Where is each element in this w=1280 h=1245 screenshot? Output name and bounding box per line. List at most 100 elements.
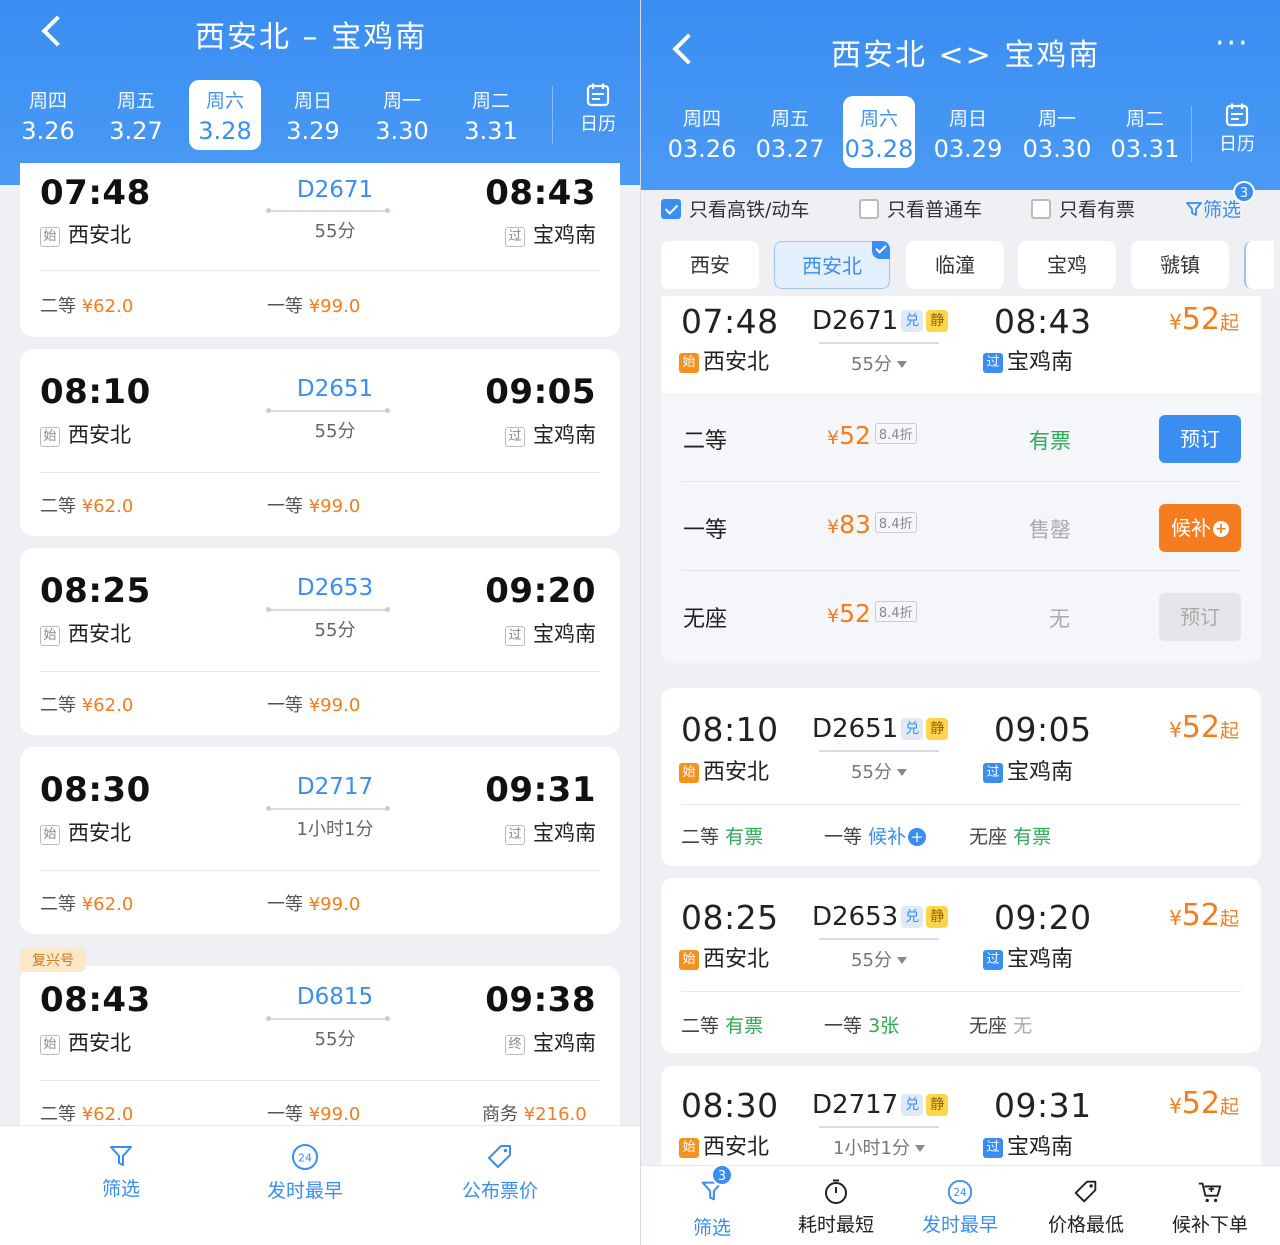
divider: [40, 1080, 600, 1081]
departure-time: 08:25: [681, 898, 779, 937]
tab-filter[interactable]: 筛选: [80, 1142, 162, 1201]
train-number: D2717: [296, 774, 374, 800]
pass-tag: 过: [505, 825, 525, 845]
to-station: 过宝鸡南: [505, 219, 596, 249]
train-number: D2653 兑静: [812, 902, 949, 932]
back-icon[interactable]: [41, 15, 73, 47]
discount-tag: 8.4折: [874, 512, 917, 533]
duration-toggle[interactable]: 55分: [819, 342, 939, 376]
date-tab-1[interactable]: 周五 3.27: [100, 84, 172, 150]
departure-time: 07:48: [681, 302, 779, 341]
plus-icon[interactable]: +: [908, 828, 927, 846]
start-tag: 始: [679, 1138, 699, 1158]
duration-toggle[interactable]: 55分: [819, 938, 939, 972]
seat-label: 一等: [267, 894, 303, 915]
filter-count-badge: 3: [711, 1164, 733, 1186]
seat-status: 有票: [725, 1015, 764, 1037]
availability: 无: [1049, 607, 1070, 631]
date-tab-0[interactable]: 周四 3.26: [12, 84, 84, 150]
arrival-time: 09:05: [485, 372, 596, 412]
duration: 55分: [851, 354, 892, 375]
to-station: 终宝鸡南: [505, 1027, 596, 1057]
date-tab-4[interactable]: 周一 03.30: [1021, 102, 1093, 168]
from-station-name: 西安北: [68, 821, 131, 845]
to-station-name: 宝鸡南: [1007, 947, 1074, 972]
from-station-name: 西安北: [68, 223, 131, 247]
date-tab-1[interactable]: 周五 03.27: [754, 102, 826, 168]
book-button-disabled[interactable]: 预订: [1159, 593, 1241, 641]
route-line: [819, 938, 939, 940]
filter-button[interactable]: 筛选 3: [1185, 181, 1256, 222]
checkbox-available-only[interactable]: 只看有票: [1031, 195, 1135, 222]
tab-published-fares[interactable]: 公布票价: [450, 1142, 550, 1203]
seat-status: 候补: [868, 826, 907, 848]
arrival-time: 09:31: [485, 770, 596, 810]
date-tab-2-selected[interactable]: 周六 03.28: [843, 96, 915, 168]
weekday-label: 周五: [116, 90, 155, 112]
tab-earliest-departure[interactable]: 24 发时最早: [256, 1142, 354, 1203]
station-tab-guozhen[interactable]: 虢镇: [1131, 241, 1229, 289]
train-card-D2671[interactable]: 07:48 08:43 D2671 55分 始西安北 过宝鸡南 二等 ¥62.0…: [20, 163, 620, 337]
checkbox-normal-only[interactable]: 只看普通车: [859, 195, 982, 222]
seat-name: 二等: [683, 429, 728, 454]
date-tab-5[interactable]: 周二 03.31: [1109, 102, 1181, 168]
tab-waitlist-order[interactable]: 候补下单: [1163, 1178, 1257, 1237]
train-card-D2653[interactable]: 08:25 09:20 D2653 55分 始西安北 过宝鸡南 二等 ¥62.0…: [20, 548, 620, 735]
date-tab-3[interactable]: 周日 03.29: [932, 102, 1004, 168]
divider: [552, 86, 553, 144]
header: 西安北 <> 宝鸡南 ··· 周四 03.26 周五 03.27 周六 03.28 周…: [641, 0, 1280, 190]
book-button[interactable]: 预订: [1159, 415, 1241, 463]
train-card-D2651[interactable]: 08:10 09:05 D2651 55分 始西安北 过宝鸡南 二等 ¥62.0…: [20, 349, 620, 536]
back-icon[interactable]: [672, 33, 704, 65]
price: ¥99.0: [308, 496, 361, 517]
station-tab-baoji[interactable]: 宝鸡: [1018, 241, 1116, 289]
tab-label: 筛选: [101, 1178, 140, 1200]
divider: [40, 472, 600, 473]
duration-toggle[interactable]: 1小时1分: [819, 1126, 939, 1160]
tab-shortest-duration[interactable]: 耗时最短: [789, 1178, 883, 1237]
train-number: D2653: [296, 575, 374, 601]
tab-earliest-departure[interactable]: 24 发时最早: [913, 1178, 1007, 1237]
tab-label: 候补下单: [1171, 1214, 1248, 1236]
train-card-D2717[interactable]: 08:30 09:31 D2717 1小时1分 始西安北 过宝鸡南 二等 ¥62…: [20, 747, 620, 934]
chevron-down-icon: [896, 769, 907, 776]
checkbox-icon: [1031, 199, 1051, 219]
price-value: 52: [1181, 898, 1220, 933]
departure-time: 08:30: [681, 1086, 779, 1125]
divider: [681, 991, 1241, 992]
cart-plus-icon: [1198, 1182, 1222, 1203]
route-line: [266, 208, 390, 213]
seat-label: 无座: [969, 826, 1008, 848]
date-tab-3[interactable]: 周日 3.29: [277, 84, 349, 150]
calendar-button[interactable]: 日历: [1209, 102, 1265, 156]
price: ¥99.0: [308, 1104, 361, 1125]
waitlist-button[interactable]: 候补 +: [1159, 504, 1241, 552]
station-tab-xian[interactable]: 西安: [661, 241, 759, 289]
station-tab-label: 西安北: [802, 254, 862, 278]
date-tab-2-selected[interactable]: 周六 3.28: [189, 80, 261, 150]
date-tab-0[interactable]: 周四 03.26: [666, 102, 738, 168]
arrival-time: 09:20: [994, 898, 1092, 937]
more-icon[interactable]: ···: [1215, 26, 1250, 61]
chevron-down-icon: [914, 1145, 925, 1152]
train-number-text: D2651: [812, 714, 899, 744]
from-station-name: 西安北: [703, 1135, 770, 1160]
start-tag: 始: [40, 626, 60, 646]
start-tag: 始: [40, 227, 60, 247]
train-card-D2651[interactable]: 08:10 D2651 兑静 09:05 ¥52起 始西安北 55分 过宝鸡南 二…: [661, 688, 1261, 866]
station-tab-more[interactable]: [1244, 241, 1274, 289]
tab-filter[interactable]: 3 筛选: [671, 1164, 753, 1240]
station-tab-lintong[interactable]: 临潼: [906, 241, 1004, 289]
duration-toggle[interactable]: 55分: [819, 750, 939, 784]
calendar-button[interactable]: 日历: [570, 82, 626, 136]
tab-lowest-price[interactable]: 价格最低: [1039, 1178, 1133, 1237]
to-station-name: 宝鸡南: [1007, 350, 1074, 375]
seat-summary-second: 二等 有票: [681, 822, 763, 849]
date-tab-4[interactable]: 周一 3.30: [366, 84, 438, 150]
train-card-D2671-expanded[interactable]: 07:48 D2671 兑静 08:43 ¥52起 始西安北 55分 过宝鸡南 二…: [661, 296, 1261, 663]
date-tab-5[interactable]: 周二 3.31: [455, 84, 527, 150]
price-value: 52: [839, 421, 871, 450]
train-card-D2653[interactable]: 08:25 D2653 兑静 09:20 ¥52起 始西安北 55分 过宝鸡南 二…: [661, 878, 1261, 1053]
checkbox-high-speed-only[interactable]: 只看高铁/动车: [661, 195, 809, 222]
station-tab-xianbei-selected[interactable]: 西安北: [774, 241, 890, 289]
